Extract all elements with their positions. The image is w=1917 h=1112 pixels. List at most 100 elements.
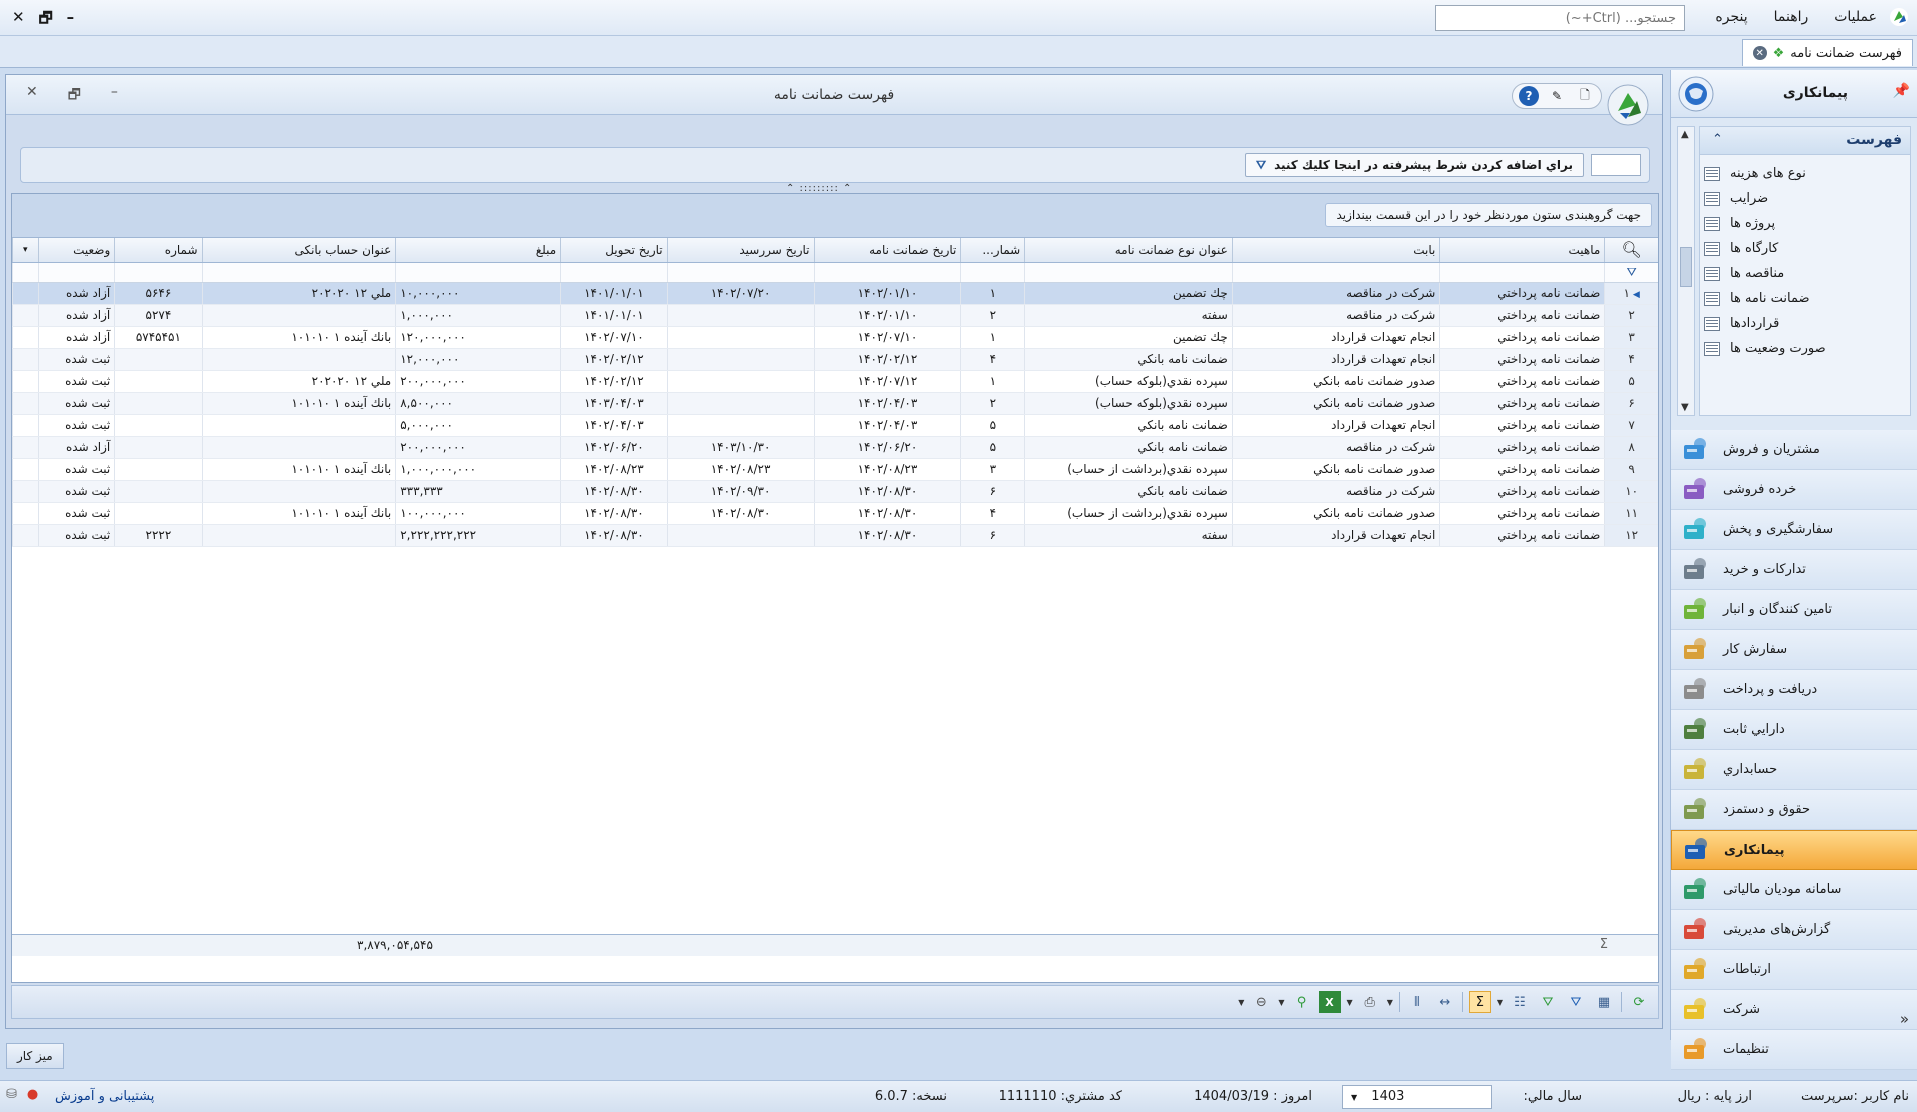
cell-date[interactable]: ۱۴۰۲/۰۱/۱۰ (813, 304, 961, 327)
column-header-due[interactable]: تاریخ سررسید (666, 238, 814, 263)
attachment-icon[interactable]: ⚲ (1291, 991, 1313, 1013)
filter-cell[interactable] (960, 262, 1025, 283)
cell-delivery[interactable]: ۱۴۰۲/۰۲/۱۲ (560, 348, 668, 371)
search-icon[interactable]: 🔍︎ (1621, 240, 1641, 259)
minimize-icon[interactable]: – (67, 8, 75, 33)
cell-delivery[interactable]: ۱۴۰۲/۰۸/۳۰ (560, 502, 668, 525)
cell-nature[interactable]: ضمانت نامه پرداختي (1439, 414, 1605, 437)
cell-date[interactable]: ۱۴۰۲/۰۸/۳۰ (813, 502, 961, 525)
cell-for[interactable]: صدور ضمانت نامه بانكي (1231, 458, 1440, 481)
cell-status[interactable]: آزاد شده (37, 326, 115, 349)
cell-date[interactable]: ۱۴۰۲/۰۸/۳۰ (813, 480, 961, 503)
cell-nature[interactable]: ضمانت نامه پرداختي (1439, 282, 1605, 305)
cell-nature[interactable]: ضمانت نامه پرداختي (1439, 392, 1605, 415)
row-number[interactable]: ۴ (1604, 348, 1658, 371)
cell-count[interactable]: ۱ (960, 282, 1025, 305)
cell-count[interactable]: ۵ (960, 436, 1025, 459)
column-header-amount[interactable]: مبلغ (395, 238, 561, 263)
cell-for[interactable]: انجام تعهدات قرارداد (1231, 524, 1440, 547)
table-row[interactable]: ۲ ضمانت نامه پرداختي شرکت در مناقصه سفته ۲ ۱۴… (12, 304, 1658, 327)
sum-icon[interactable]: Σ (1468, 991, 1491, 1013)
list-item-tenders[interactable]: مناقصه ها (1704, 261, 1904, 286)
table-row[interactable]: ۴ ضمانت نامه پرداختي انجام تعهدات قرارداد ض… (12, 348, 1658, 371)
table-row[interactable]: ۶ ضمانت نامه پرداختي صدور ضمانت نامه بانكي… (12, 392, 1658, 415)
cell-due[interactable] (666, 392, 814, 415)
cell-delivery[interactable]: ۱۴۰۲/۰۴/۰۳ (560, 414, 668, 437)
cell-due[interactable]: ۱۴۰۲/۰۹/۳۰ (666, 480, 814, 503)
tab-guarantee-list[interactable]: فهرست ضمانت نامه ❖ ✕ (1741, 39, 1913, 66)
cell-count[interactable]: ۱ (960, 326, 1025, 349)
cell-due[interactable]: ۱۴۰۲/۰۸/۳۰ (666, 502, 814, 525)
cell-due[interactable] (666, 524, 814, 547)
cell-type[interactable]: سفته (1024, 304, 1233, 327)
column-header-number[interactable]: شماره (114, 238, 203, 263)
module-payroll[interactable]: حقوق و دستمزد (1671, 790, 1917, 830)
scroll-up-icon[interactable]: ▲ (1681, 129, 1689, 140)
close-tab-icon[interactable]: ✕ (1752, 46, 1767, 60)
column-search[interactable]: 🔍︎ (1604, 238, 1658, 263)
cell-status[interactable]: آزاد شده (37, 282, 115, 305)
row-number[interactable]: ۲ (1604, 304, 1658, 327)
cell-nature[interactable]: ضمانت نامه پرداختي (1439, 458, 1605, 481)
close-icon[interactable]: ✕ (12, 8, 25, 33)
cell-amount[interactable]: ۵,۰۰۰,۰۰۰ (395, 414, 561, 437)
cell-nature[interactable]: ضمانت نامه پرداختي (1439, 370, 1605, 393)
cell-date[interactable]: ۱۴۰۲/۰۸/۳۰ (813, 524, 961, 547)
module-contracting[interactable]: پیمانکاری (1671, 830, 1917, 870)
filter-cell[interactable] (813, 262, 961, 283)
cell-for[interactable]: شرکت در مناقصه (1231, 304, 1440, 327)
cell-count[interactable]: ۲ (960, 304, 1025, 327)
module-settings[interactable]: تنظیمات (1671, 1030, 1917, 1070)
module-communications[interactable]: ارتباطات (1671, 950, 1917, 990)
scroll-down-icon[interactable]: ▼ (1681, 402, 1689, 413)
row-number[interactable]: ۸ (1604, 436, 1658, 459)
column-layout-icon[interactable]: ▦ (1593, 991, 1615, 1013)
table-row[interactable]: ◀ ۱ ضمانت نامه پرداختي شرکت در مناقصه چك تض… (12, 282, 1658, 305)
cell-due[interactable] (666, 326, 814, 349)
filter-clear-icon[interactable]: ⛛ (1537, 991, 1559, 1013)
cell-for[interactable]: شرکت در مناقصه (1231, 282, 1440, 305)
new-document-icon[interactable]: 🗋 (1575, 86, 1595, 106)
cell-amount[interactable]: ۲۰۰,۰۰۰,۰۰۰ (395, 436, 561, 459)
support-training-link[interactable]: پشتیبانی و آموزش (55, 1089, 154, 1104)
columns-icon[interactable]: ⦀ (1406, 991, 1428, 1013)
cell-due[interactable] (666, 414, 814, 437)
module-tax-system[interactable]: سامانه مودیان مالیاتی (1671, 870, 1917, 910)
table-row[interactable]: ۱۲ ضمانت نامه پرداختي انجام تعهدات قرارداد… (12, 524, 1658, 547)
cell-number[interactable] (114, 458, 203, 481)
row-number[interactable]: ۱۲ (1604, 524, 1658, 547)
cell-date[interactable]: ۱۴۰۲/۰۷/۱۰ (813, 326, 961, 349)
cell-date[interactable]: ۱۴۰۲/۰۱/۱۰ (813, 282, 961, 305)
filter-icon[interactable]: ⛛ (1627, 265, 1637, 279)
cell-type[interactable]: سپرده نقدي(بلوكه حساب) (1024, 392, 1233, 415)
module-work-order[interactable]: سفارش کار (1671, 630, 1917, 670)
filter-cell[interactable] (12, 262, 39, 283)
cell-delivery[interactable]: ۱۴۰۲/۰۸/۳۰ (560, 480, 668, 503)
cell-due[interactable]: ۱۴۰۲/۰۷/۲۰ (666, 282, 814, 305)
cell-status[interactable]: ثبت شده (37, 480, 115, 503)
cell-nature[interactable]: ضمانت نامه پرداختي (1439, 348, 1605, 371)
cell-delivery[interactable]: ۱۴۰۳/۰۴/۰۳ (560, 392, 668, 415)
table-row[interactable]: ۱۱ ضمانت نامه پرداختي صدور ضمانت نامه بانك… (12, 502, 1658, 525)
cell-due[interactable]: ۱۴۰۳/۱۰/۳۰ (666, 436, 814, 459)
row-number[interactable]: ۱۱ (1604, 502, 1658, 525)
column-header-type[interactable]: عنوان نوع ضمانت نامه (1024, 238, 1233, 263)
row-number[interactable]: ۶ (1604, 392, 1658, 415)
expand-pane-icon[interactable]: » (1900, 1010, 1909, 1028)
filter-cell[interactable] (1231, 262, 1440, 283)
cell-type[interactable]: سفته (1024, 524, 1233, 547)
module-accounting[interactable]: حسابداري (1671, 750, 1917, 790)
scroll-thumb[interactable] (1680, 247, 1692, 287)
cell-bank[interactable]: ملي ۱۲ ۲۰۲۰۲۰ (201, 282, 396, 305)
cell-nature[interactable]: ضمانت نامه پرداختي (1439, 326, 1605, 349)
list-item-workshops[interactable]: کارگاه ها (1704, 236, 1904, 261)
filter-icon[interactable]: ⛛ (1565, 991, 1587, 1013)
excel-export-icon[interactable]: X (1318, 991, 1341, 1013)
nav-list-scrollbar[interactable]: ▲ ▼ (1677, 126, 1695, 416)
search-input[interactable] (1435, 5, 1685, 31)
cell-status[interactable]: ثبت شده (37, 348, 115, 371)
row-number[interactable]: ۷ (1604, 414, 1658, 437)
cell-type[interactable]: ضمانت نامه بانكي (1024, 348, 1233, 371)
cell-for[interactable]: صدور ضمانت نامه بانكي (1231, 502, 1440, 525)
filter-row-cell[interactable]: ⛛ (1604, 262, 1658, 283)
